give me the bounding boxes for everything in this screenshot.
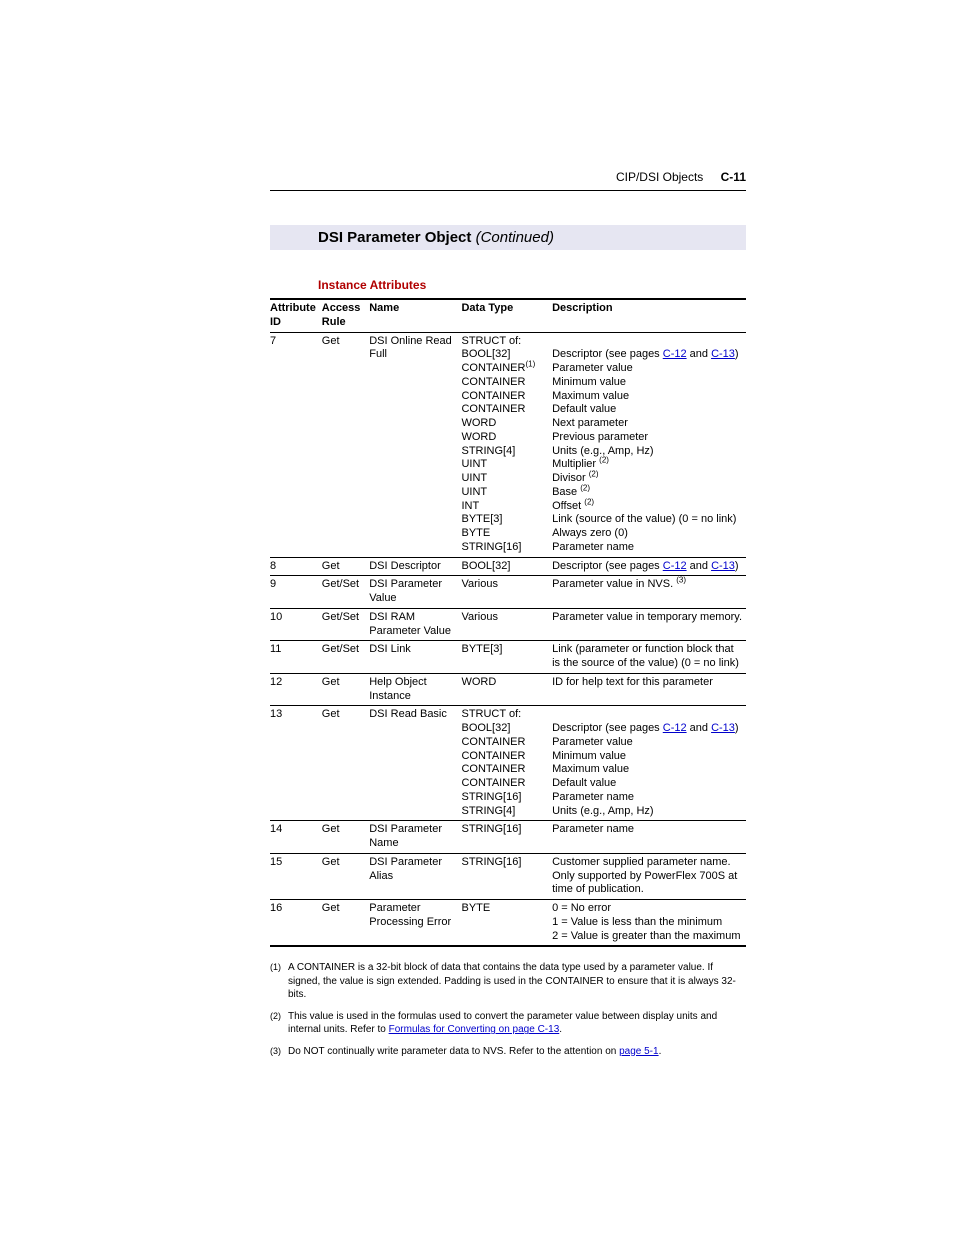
cell-name: DSI Parameter Alias [369,853,461,899]
th-name: Name [369,299,461,332]
link[interactable]: C-13 [711,348,735,360]
table-row: 8GetDSI DescriptorBOOL[32]Descriptor (se… [270,557,746,576]
table-row: 16GetParameter Processing ErrorBYTE0 = N… [270,900,746,947]
cell-name: DSI Link [369,641,461,674]
cell-access: Get/Set [322,641,369,674]
cell-description: Customer supplied parameter name. Only s… [552,853,746,899]
link[interactable]: Formulas for Converting on page C-13 [389,1024,560,1035]
footnote-ref: (1) [525,359,535,368]
cell-description: Parameter value in temporary memory. [552,608,746,641]
footnote-ref: (2) [599,456,609,465]
cell-description: Parameter name [552,821,746,854]
footnote-num: (3) [270,1045,288,1059]
cell-access: Get [322,332,369,557]
footnote: (3)Do NOT continually write parameter da… [270,1045,746,1059]
link[interactable]: C-12 [663,348,687,360]
link[interactable]: C-12 [663,560,687,572]
cell-description: Descriptor (see pages C-12 and C-13)Para… [552,332,746,557]
table-row: 11Get/SetDSI LinkBYTE[3]Link (parameter … [270,641,746,674]
subhead: Instance Attributes [318,278,746,292]
cell-data-type: STRING[16] [461,821,552,854]
cell-access: Get [322,706,369,821]
cell-name: DSI Parameter Value [369,576,461,609]
section-title-main: DSI Parameter Object [318,229,471,246]
cell-attr-id: 16 [270,900,322,947]
cell-name: DSI Parameter Name [369,821,461,854]
cell-data-type: Various [461,576,552,609]
table-row: 9Get/SetDSI Parameter ValueVariousParame… [270,576,746,609]
cell-attr-id: 9 [270,576,322,609]
footnote-text: A CONTAINER is a 32-bit block of data th… [288,961,746,1002]
th-attr-id: Attribute ID [270,299,322,332]
cell-attr-id: 7 [270,332,322,557]
link[interactable]: C-13 [711,560,735,572]
running-header: CIP/DSI Objects C-11 [270,170,746,191]
cell-description: Link (parameter or function block that i… [552,641,746,674]
cell-description: Parameter value in NVS. (3) [552,576,746,609]
cell-name: DSI Read Basic [369,706,461,821]
header-section: CIP/DSI Objects [616,170,703,184]
cell-attr-id: 11 [270,641,322,674]
cell-attr-id: 13 [270,706,322,821]
footnote-text: This value is used in the formulas used … [288,1010,746,1037]
cell-data-type: BYTE[3] [461,641,552,674]
cell-attr-id: 10 [270,608,322,641]
footnote: (2)This value is used in the formulas us… [270,1010,746,1037]
th-data-type: Data Type [461,299,552,332]
link[interactable]: C-12 [663,722,687,734]
footnote-text: Do NOT continually write parameter data … [288,1045,661,1059]
footnote-ref: (3) [676,576,686,585]
cell-access: Get [322,557,369,576]
footnote-num: (2) [270,1010,288,1037]
section-title-cont: (Continued) [476,229,554,246]
cell-access: Get/Set [322,608,369,641]
cell-access: Get [322,821,369,854]
cell-attr-id: 12 [270,673,322,706]
cell-description: Descriptor (see pages C-12 and C-13) [552,557,746,576]
cell-access: Get [322,673,369,706]
footnote-ref: (2) [589,469,599,478]
table-row: 15GetDSI Parameter AliasSTRING[16]Custom… [270,853,746,899]
footnote-ref: (2) [580,483,590,492]
table-row: 12GetHelp Object InstanceWORDID for help… [270,673,746,706]
cell-access: Get [322,853,369,899]
cell-name: Parameter Processing Error [369,900,461,947]
cell-data-type: BOOL[32] [461,557,552,576]
cell-data-type: STRUCT of:BOOL[32]CONTAINER(1)CONTAINERC… [461,332,552,557]
footnote: (1)A CONTAINER is a 32-bit block of data… [270,961,746,1002]
cell-data-type: Various [461,608,552,641]
cell-attr-id: 8 [270,557,322,576]
cell-access: Get/Set [322,576,369,609]
cell-name: DSI Descriptor [369,557,461,576]
link[interactable]: C-13 [711,722,735,734]
header-page: C-11 [721,170,746,184]
cell-name: Help Object Instance [369,673,461,706]
cell-description: Descriptor (see pages C-12 and C-13)Para… [552,706,746,821]
table-row: 7GetDSI Online Read FullSTRUCT of:BOOL[3… [270,332,746,557]
table-header-row: Attribute ID Access Rule Name Data Type … [270,299,746,332]
cell-data-type: STRING[16] [461,853,552,899]
link[interactable]: page 5-1 [619,1046,658,1057]
attribute-table: Attribute ID Access Rule Name Data Type … [270,298,746,947]
cell-description: ID for help text for this parameter [552,673,746,706]
section-title: DSI Parameter Object (Continued) [270,225,746,250]
cell-data-type: WORD [461,673,552,706]
footnotes: (1)A CONTAINER is a 32-bit block of data… [270,961,746,1058]
footnote-ref: (2) [584,497,594,506]
cell-access: Get [322,900,369,947]
table-row: 13GetDSI Read BasicSTRUCT of:BOOL[32]CON… [270,706,746,821]
cell-data-type: BYTE [461,900,552,947]
th-description: Description [552,299,746,332]
footnote-num: (1) [270,961,288,1002]
cell-attr-id: 14 [270,821,322,854]
cell-description: 0 = No error1 = Value is less than the m… [552,900,746,947]
table-row: 10Get/SetDSI RAM Parameter ValueVariousP… [270,608,746,641]
cell-attr-id: 15 [270,853,322,899]
cell-data-type: STRUCT of:BOOL[32]CONTAINERCONTAINERCONT… [461,706,552,821]
th-access: Access Rule [322,299,369,332]
table-row: 14GetDSI Parameter NameSTRING[16]Paramet… [270,821,746,854]
cell-name: DSI RAM Parameter Value [369,608,461,641]
page: CIP/DSI Objects C-11 DSI Parameter Objec… [0,0,954,1146]
cell-name: DSI Online Read Full [369,332,461,557]
